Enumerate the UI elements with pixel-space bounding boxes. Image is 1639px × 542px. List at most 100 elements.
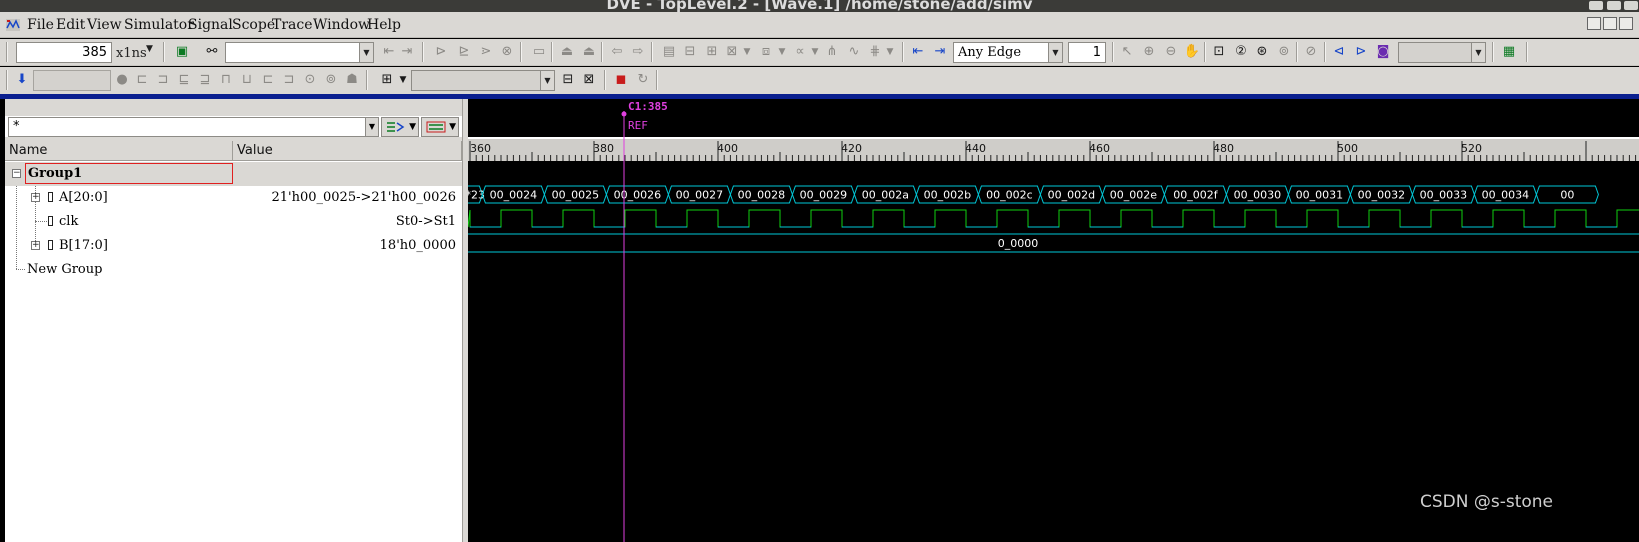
- mdi-close-button[interactable]: [1619, 17, 1633, 30]
- chevron-down-icon[interactable]: ▼: [881, 43, 899, 61]
- expand-icon[interactable]: +: [31, 193, 40, 202]
- chevron-down-icon[interactable]: ▼: [1471, 43, 1485, 62]
- zoom-2-icon[interactable]: ②: [1232, 43, 1250, 61]
- connect-icon[interactable]: ⋔: [823, 43, 841, 61]
- stop-icon[interactable]: ◼: [612, 71, 630, 89]
- chevron-down-icon[interactable]: ▼: [394, 71, 412, 89]
- next-edge-icon[interactable]: ⇥: [931, 43, 949, 61]
- filter-options-button[interactable]: ▼: [381, 117, 419, 137]
- arrow-down-icon[interactable]: ⬇: [13, 71, 31, 89]
- bracket-icon[interactable]: ⊓: [217, 71, 235, 89]
- wave-pane[interactable]: C1:385 REF 360 380 400 420 440 460 480 5…: [468, 99, 1639, 542]
- zoom-in-icon[interactable]: ⊕: [1140, 43, 1158, 61]
- grid-icon[interactable]: ▦: [1500, 43, 1518, 61]
- marker-icon[interactable]: ⊘: [1302, 43, 1320, 61]
- goto-next-icon[interactable]: ⊳: [1352, 43, 1370, 61]
- close-button[interactable]: [1624, 1, 1638, 10]
- bracket-icon[interactable]: ⊔: [238, 71, 256, 89]
- search-combo[interactable]: ▼: [225, 42, 374, 63]
- document-icon[interactable]: ▭: [530, 43, 548, 61]
- menu-view[interactable]: View: [87, 17, 122, 33]
- bracket-icon[interactable]: ⊐: [280, 71, 298, 89]
- maximize-button[interactable]: [1607, 1, 1621, 10]
- probe-select[interactable]: ▼: [411, 70, 555, 91]
- continue-icon[interactable]: ⋗: [477, 43, 495, 61]
- binoculars-icon[interactable]: ⚯: [203, 43, 221, 61]
- time-unit-select[interactable]: x1ns: [116, 46, 147, 61]
- collapse-icon[interactable]: −: [12, 169, 21, 178]
- chevron-down-icon[interactable]: ▼: [146, 44, 153, 54]
- mdi-restore-button[interactable]: [1603, 17, 1617, 30]
- edge-select[interactable]: Any Edge ▼: [953, 42, 1063, 63]
- lamp-icon[interactable]: ☗: [343, 71, 361, 89]
- bookmark-select[interactable]: ▼: [1398, 42, 1486, 63]
- zoom-area-icon[interactable]: ⊚: [1275, 43, 1293, 61]
- force-value-input[interactable]: [33, 70, 111, 91]
- bracket-icon[interactable]: ⊙: [301, 71, 319, 89]
- expand-icon[interactable]: +: [31, 241, 40, 250]
- signal-icon[interactable]: ⊟: [681, 43, 699, 61]
- waveform-canvas[interactable]: *2300_002400_002500_002600_002700_002800…: [468, 161, 1639, 542]
- chevron-down-icon[interactable]: ▼: [806, 43, 824, 61]
- scope-icon[interactable]: ▣: [173, 43, 191, 61]
- zoom-fit-icon[interactable]: ⊡: [1210, 43, 1228, 61]
- column-header-name[interactable]: Name: [5, 141, 233, 161]
- signal-filter-input[interactable]: * ▼: [8, 117, 379, 137]
- restart-icon[interactable]: ⊗: [498, 43, 516, 61]
- next-icon[interactable]: ⊵: [455, 43, 473, 61]
- prev-edge-icon[interactable]: ⇤: [909, 43, 927, 61]
- signal-row-b[interactable]: + B[17:0] 18'h0_0000: [5, 234, 462, 258]
- bracket-icon[interactable]: ⊏: [133, 71, 151, 89]
- menu-edit[interactable]: Edit: [56, 17, 85, 33]
- menu-window[interactable]: Window: [313, 17, 370, 33]
- bracket-icon[interactable]: ⊚: [322, 71, 340, 89]
- menu-file[interactable]: File: [27, 17, 54, 33]
- menu-signal[interactable]: Signal: [188, 17, 233, 33]
- minimize-button[interactable]: [1589, 1, 1603, 10]
- cursor-line[interactable]: [619, 99, 631, 542]
- pan-hand-icon[interactable]: ✋: [1183, 43, 1201, 61]
- signal-row-a[interactable]: + A[20:0] 21'h00_0025->21'h00_0026: [5, 186, 462, 210]
- menu-help[interactable]: Help: [367, 17, 401, 33]
- time-input[interactable]: 385: [16, 42, 112, 63]
- zoom-cursor-icon[interactable]: ⊛: [1253, 43, 1271, 61]
- find-next-icon[interactable]: ⇥: [398, 43, 416, 61]
- chevron-down-icon[interactable]: ▼: [359, 43, 373, 62]
- circle-icon[interactable]: ●: [113, 71, 131, 89]
- bracket-icon[interactable]: ⊏: [259, 71, 277, 89]
- time-ruler[interactable]: 360 380 400 420 440 460 480 500 520: [468, 137, 1639, 161]
- menu-simulator[interactable]: Simulator: [124, 17, 194, 33]
- find-prev-icon[interactable]: ⇤: [380, 43, 398, 61]
- waves-icon[interactable]: ∿: [845, 43, 863, 61]
- cursor-handle-icon[interactable]: [621, 111, 627, 117]
- signal-row-new-group[interactable]: New Group: [5, 258, 462, 282]
- chevron-down-icon[interactable]: ▼: [365, 118, 378, 136]
- list-icon[interactable]: ▤: [660, 43, 678, 61]
- zoom-out-icon[interactable]: ⊖: [1162, 43, 1180, 61]
- bracket-icon[interactable]: ⊐: [154, 71, 172, 89]
- move-up-icon[interactable]: ⏏: [558, 43, 576, 61]
- bracket-icon[interactable]: ⊒: [196, 71, 214, 89]
- menu-scope[interactable]: Scope: [232, 17, 275, 33]
- hierarchy-icon[interactable]: ⊞: [703, 43, 721, 61]
- arrow-left-icon[interactable]: ⇦: [608, 43, 626, 61]
- chevron-down-icon[interactable]: ▼: [540, 71, 554, 90]
- column-header-value[interactable]: Value: [233, 141, 462, 161]
- refresh-icon[interactable]: ↻: [634, 71, 652, 89]
- select-pointer-icon[interactable]: ↖: [1118, 43, 1136, 61]
- arrow-right-icon[interactable]: ⇨: [629, 43, 647, 61]
- edge-count-input[interactable]: 1: [1068, 42, 1106, 63]
- move-down-icon[interactable]: ⏏: [580, 43, 598, 61]
- signal-row-clk[interactable]: clk St0->St1: [5, 210, 462, 234]
- chevron-down-icon[interactable]: ▼: [773, 43, 791, 61]
- bracket-icon[interactable]: ⊑: [175, 71, 193, 89]
- bookmark-icon[interactable]: ◙: [1374, 43, 1392, 61]
- chevron-down-icon[interactable]: ▼: [738, 43, 756, 61]
- goto-prev-icon[interactable]: ⊲: [1330, 43, 1348, 61]
- step-icon[interactable]: ⊳: [432, 43, 450, 61]
- mdi-minimize-button[interactable]: [1587, 17, 1601, 30]
- remove-probe-icon[interactable]: ⊠: [580, 71, 598, 89]
- add-probe-icon[interactable]: ⊟: [559, 71, 577, 89]
- chevron-down-icon[interactable]: ▼: [1048, 43, 1062, 62]
- display-options-button[interactable]: ▼: [421, 117, 459, 137]
